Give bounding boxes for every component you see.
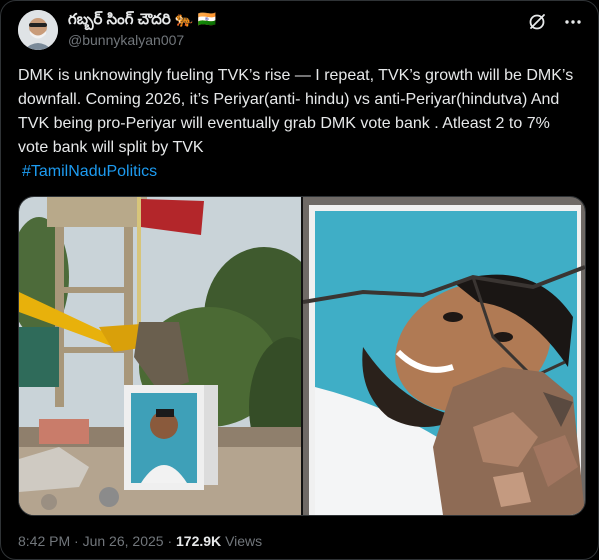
media-photo-right[interactable] xyxy=(303,197,585,515)
broken-portrait-image xyxy=(303,197,585,515)
display-name-row[interactable]: గబ్బర్ సింగ్ చౌదరి 🐅 🇮🇳 xyxy=(68,10,216,32)
media-grid xyxy=(18,196,586,516)
media-photo-left[interactable] xyxy=(19,197,301,515)
avatar-photo-icon xyxy=(18,10,58,50)
user-handle[interactable]: @bunnykalyan007 xyxy=(68,32,184,48)
excavator-demolition-image xyxy=(19,197,301,515)
grok-icon[interactable] xyxy=(526,11,548,33)
tweet-date[interactable]: Jun 26, 2025 xyxy=(83,533,164,549)
views-label: Views xyxy=(225,533,263,549)
tweet-body: DMK is unknowingly fueling TVK’s rise — … xyxy=(18,67,574,156)
tweet-text: DMK is unknowingly fueling TVK’s rise — … xyxy=(18,64,584,184)
meta-separator: · xyxy=(167,533,173,549)
views-count: 172.9K xyxy=(176,533,222,549)
more-icon[interactable] xyxy=(562,11,584,33)
meta-separator: · xyxy=(74,533,79,549)
tweet-meta: 8:42 PM · Jun 26, 2025 · 172.9K Views xyxy=(18,533,262,549)
display-name[interactable]: గబ్బర్ సింగ్ చౌదరి 🐅 🇮🇳 xyxy=(68,10,216,32)
tweet-time[interactable]: 8:42 PM xyxy=(18,533,70,549)
avatar[interactable] xyxy=(18,10,58,50)
tweet-card: గబ్బర్ సింగ్ చౌదరి 🐅 🇮🇳 @bunnykalyan007 … xyxy=(0,0,599,560)
hashtag-link[interactable]: #TamilNaduPolitics xyxy=(22,160,157,184)
